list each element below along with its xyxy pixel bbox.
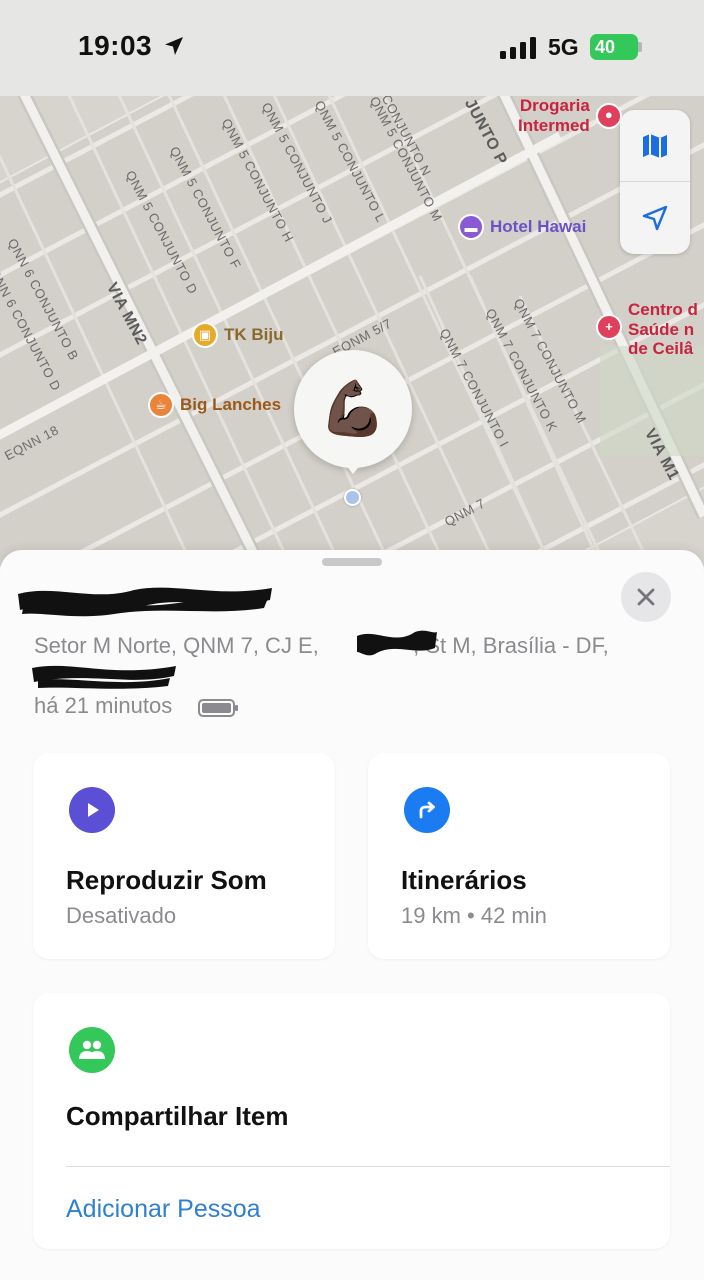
poi-label: Big Lanches xyxy=(180,395,282,414)
play-icon xyxy=(69,787,115,833)
poi-label: Centro d Saúde n de Ceilâ xyxy=(628,300,698,359)
location-arrow-icon xyxy=(642,205,668,231)
current-location-button[interactable] xyxy=(620,182,690,254)
shopping-bag-icon: ▣ xyxy=(192,322,218,348)
close-button[interactable] xyxy=(621,572,671,622)
location-dot xyxy=(344,489,361,506)
directions-distance: 19 km • 42 min xyxy=(401,903,547,928)
share-item-title: Compartilhar Item xyxy=(66,1101,289,1131)
play-sound-button[interactable]: Reproduzir Som Desativado xyxy=(33,753,335,959)
directions-button[interactable]: Itinerários 19 km • 42 min xyxy=(368,753,670,959)
redacted-item-name xyxy=(18,587,272,617)
divider xyxy=(66,1166,670,1167)
item-battery-icon xyxy=(198,699,238,717)
item-detail-sheet: Setor M Norte, QNM 7, CJ E, , St M, Bras… xyxy=(0,550,704,1280)
last-seen-time: há 21 minutos xyxy=(34,693,173,718)
people-icon xyxy=(69,1027,115,1073)
map-view[interactable]: QNM 5 CONJUNTO M QNM 5 CONJUNTO L QNM 5 … xyxy=(0,96,704,566)
play-sound-status: Desativado xyxy=(66,903,177,928)
pharmacy-icon: ● xyxy=(595,102,622,129)
status-time: 19:03 xyxy=(78,30,153,61)
share-item-card: Compartilhar Item Adicionar Pessoa xyxy=(33,993,670,1249)
status-bar: 19:03 5G 40 xyxy=(0,0,704,96)
cellular-signal-icon xyxy=(500,37,536,59)
add-person-link[interactable]: Adicionar Pessoa xyxy=(66,1195,261,1224)
redacted-postal-code xyxy=(32,665,176,689)
item-emoji: 💪🏿 xyxy=(319,378,387,439)
map-icon xyxy=(643,133,667,158)
poi-label: TK Biju xyxy=(224,325,284,344)
play-sound-title: Reproduzir Som xyxy=(66,865,267,895)
directions-arrow-icon xyxy=(404,787,450,833)
pin-tail xyxy=(340,458,366,474)
address-prefix: Setor M Norte, QNM 7, CJ E, xyxy=(34,633,319,658)
hotel-icon: ▬ xyxy=(458,214,484,240)
poi-centro-saude[interactable]: + Centro d Saúde n de Ceilâ xyxy=(596,300,698,359)
poi-label: Hotel Hawai xyxy=(490,217,587,236)
battery-icon: 40 xyxy=(590,34,642,60)
poi-label: Drogaria Intermed xyxy=(518,96,590,135)
poi-big-lanches[interactable]: ☕ Big Lanches xyxy=(148,392,281,418)
close-icon xyxy=(637,588,655,606)
directions-title: Itinerários xyxy=(401,865,527,895)
poi-tk-biju[interactable]: ▣ TK Biju xyxy=(192,322,284,348)
poi-hotel-hawai[interactable]: ▬ Hotel Hawai xyxy=(458,214,586,240)
hospital-icon: + xyxy=(596,314,622,340)
sheet-grabber[interactable] xyxy=(322,558,382,566)
redacted-address-part xyxy=(357,630,437,656)
map-controls xyxy=(620,110,690,254)
cafe-icon: ☕ xyxy=(148,392,174,418)
network-type: 5G xyxy=(548,34,579,60)
item-location-pin[interactable]: 💪🏿 xyxy=(294,350,412,468)
poi-drogaria-intermed[interactable]: Drogaria Intermed ● xyxy=(518,96,622,135)
location-services-icon xyxy=(165,37,183,55)
map-type-button[interactable] xyxy=(620,110,690,182)
battery-level: 40 xyxy=(590,34,638,60)
address-suffix: , St M, Brasília - DF, xyxy=(413,633,609,658)
